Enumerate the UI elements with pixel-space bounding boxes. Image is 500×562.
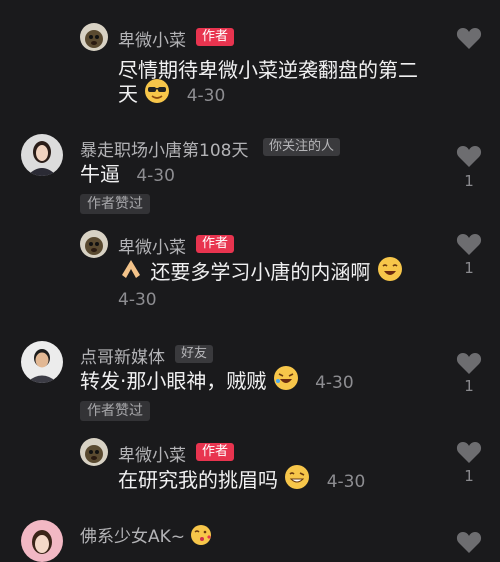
heart-icon <box>456 353 482 374</box>
like-button[interactable] <box>456 530 482 558</box>
like-button[interactable] <box>456 26 482 54</box>
comment-text-line: 天 <box>118 82 138 106</box>
heart-icon <box>456 28 482 49</box>
comment-time: 4-30 <box>118 290 157 310</box>
avatar[interactable] <box>80 438 108 466</box>
like-count: 1 <box>464 467 474 485</box>
grinning-emoji-icon <box>284 464 310 499</box>
heart-icon <box>456 532 482 553</box>
like-button[interactable] <box>456 232 482 260</box>
sunglasses-emoji-icon <box>144 78 170 113</box>
avatar[interactable] <box>80 230 108 258</box>
avatar[interactable] <box>80 23 108 51</box>
praying-hands-emoji-icon <box>118 257 144 290</box>
like-count: 1 <box>464 172 474 190</box>
heart-icon <box>456 442 482 463</box>
comment-author[interactable]: 卑微小菜 <box>118 26 186 51</box>
like-button[interactable] <box>456 440 482 468</box>
comment-text-line: 牛逼 <box>80 162 120 186</box>
comment-text-line: 还要多学习小唐的内涵啊 <box>150 260 371 284</box>
comment-time: 4-30 <box>326 472 366 492</box>
following-badge: 你关注的人 <box>263 138 341 156</box>
avatar[interactable] <box>21 134 63 176</box>
comment-author-name: 佛系少女AK~ <box>80 527 186 547</box>
comment-author[interactable]: 佛系少女AK~ <box>80 522 212 551</box>
comment-time: 4-30 <box>315 373 354 393</box>
comment-text: 天 4-30 <box>118 78 225 113</box>
heart-icon <box>456 146 482 167</box>
comment-author[interactable]: 卑微小菜 <box>118 441 186 466</box>
heart-icon <box>456 234 482 255</box>
comment-text: 转发·那小眼神，贼贼 4-30 <box>80 365 354 400</box>
avatar[interactable] <box>21 341 63 383</box>
kiss-emoji-icon <box>190 524 212 551</box>
comment-text-line: 在研究我的挑眉吗 <box>118 468 278 492</box>
comment-author[interactable]: 卑微小菜 <box>118 233 186 258</box>
laughing-emoji-icon <box>377 256 403 291</box>
like-count: 1 <box>464 377 474 395</box>
comment-text: 在研究我的挑眉吗 4-30 <box>118 464 365 499</box>
like-button[interactable] <box>456 144 482 172</box>
author-badge: 作者 <box>196 443 235 461</box>
author-liked-tag: 作者赞过 <box>80 194 150 214</box>
comment-text: 牛逼 4-30 <box>80 158 175 192</box>
author-liked-tag: 作者赞过 <box>80 401 150 421</box>
like-count: 1 <box>464 259 474 277</box>
rolling-laugh-emoji-icon <box>273 365 299 400</box>
author-badge: 作者 <box>196 28 235 46</box>
author-badge: 作者 <box>196 235 235 253</box>
friend-badge: 好友 <box>175 345 214 363</box>
avatar[interactable] <box>21 520 63 562</box>
comment-text: 还要多学习小唐的内涵啊 <box>118 256 403 291</box>
like-button[interactable] <box>456 351 482 379</box>
comment-time: 4-30 <box>186 86 226 106</box>
comment-text-line: 转发·那小眼神，贼贼 <box>80 369 267 393</box>
comment-time: 4-30 <box>136 166 175 186</box>
